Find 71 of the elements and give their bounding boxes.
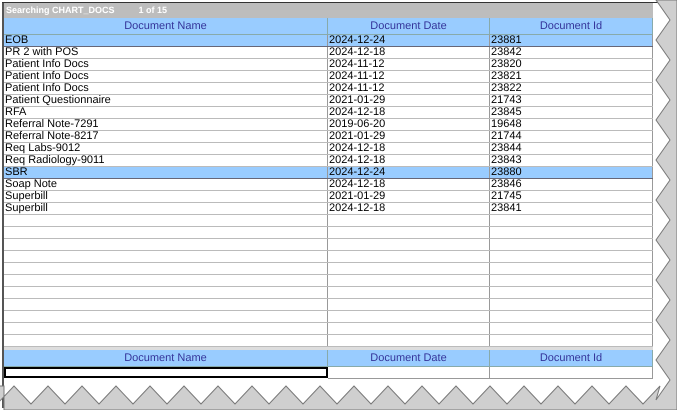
table-cell: 21744 xyxy=(490,131,653,142)
table-row[interactable]: Referral Note-8217 2021-01-29 21744 xyxy=(4,131,653,143)
table-cell: PR 2 with POS xyxy=(4,47,328,58)
filter-cell[interactable] xyxy=(328,367,490,379)
table-cell: SBR xyxy=(4,167,328,178)
table-cell: Superbill xyxy=(4,191,328,202)
table-cell: 23844 xyxy=(490,143,653,154)
result-count: 1 of 15 xyxy=(138,6,168,15)
column-header[interactable]: Document Date xyxy=(328,350,490,367)
table-cell: 23846 xyxy=(490,179,653,190)
column-header[interactable]: Document Date xyxy=(328,18,490,35)
filter-field[interactable] xyxy=(4,367,328,378)
table-cell: 23845 xyxy=(490,107,653,118)
table-cell: 23841 xyxy=(490,203,653,214)
table-row[interactable]: EOB 2024-12-24 23881 xyxy=(4,35,653,47)
table-cell: 2024-12-18 xyxy=(328,179,490,190)
table-cell: Soap Note xyxy=(4,179,328,190)
table-row[interactable]: Patient Info Docs 2024-11-12 23820 xyxy=(4,59,653,71)
table-cell: 2024-11-12 xyxy=(328,71,490,82)
table-cell: 23880 xyxy=(490,167,653,178)
table-cell: 2021-01-29 xyxy=(328,131,490,142)
table-cell: 19648 xyxy=(490,119,653,130)
table-cell: 2019-06-20 xyxy=(328,119,490,130)
table-row[interactable]: Superbill 2021-01-29 21745 xyxy=(4,191,653,203)
table-row[interactable]: Patient Info Docs 2024-11-12 23821 xyxy=(4,71,653,83)
table-cell: 23821 xyxy=(490,71,653,82)
table-cell: 23842 xyxy=(490,47,653,58)
table-cell: 2024-12-18 xyxy=(328,143,490,154)
table-cell: 2021-01-29 xyxy=(328,95,490,106)
table-cell: Referral Note-7291 xyxy=(4,119,328,130)
column-header[interactable]: Document Id xyxy=(490,350,653,367)
table-cell: Patient Info Docs xyxy=(4,83,328,94)
table-row[interactable]: Superbill 2024-12-18 23841 xyxy=(4,203,653,215)
table-row[interactable]: Req Labs-9012 2024-12-18 23844 xyxy=(4,143,653,155)
table-cell: 2024-11-12 xyxy=(328,83,490,94)
table-cell: Req Labs-9012 xyxy=(4,143,328,154)
table-row[interactable]: RFA 2024-12-18 23845 xyxy=(4,107,653,119)
table-cell: Superbill xyxy=(4,203,328,214)
table-cell: 21743 xyxy=(490,95,653,106)
table-cell: 2024-12-18 xyxy=(328,155,490,166)
table-cell: 23820 xyxy=(490,59,653,70)
table-row[interactable]: SBR 2024-12-24 23880 xyxy=(4,167,653,179)
table-cell: Referral Note-8217 xyxy=(4,131,328,142)
table-row[interactable]: Req Radiology-9011 2024-12-18 23843 xyxy=(4,155,653,167)
table-row[interactable]: Patient Questionnaire 2021-01-29 21743 xyxy=(4,95,653,107)
column-header[interactable]: Document Name xyxy=(4,350,328,367)
table-row[interactable]: Referral Note-7291 2019-06-20 19648 xyxy=(4,119,653,131)
table-row[interactable]: Soap Note 2024-12-18 23846 xyxy=(4,179,653,191)
title-text: Searching CHART_DOCS xyxy=(6,6,115,15)
table-cell: EOB xyxy=(4,35,328,46)
table-cell: Req Radiology-9011 xyxy=(4,155,328,166)
table-cell: Patient Info Docs xyxy=(4,59,328,70)
table-cell: 2024-12-18 xyxy=(328,107,490,118)
table-row[interactable]: PR 2 with POS 2024-12-18 23842 xyxy=(4,47,653,59)
table-cell: 23881 xyxy=(490,35,653,46)
table-cell: 2021-01-29 xyxy=(328,191,490,202)
table-cell: RFA xyxy=(4,107,328,118)
table-cell: 2024-11-12 xyxy=(328,59,490,70)
filter-cell[interactable] xyxy=(490,367,653,379)
table-cell: 23822 xyxy=(490,83,653,94)
table-cell: 2024-12-18 xyxy=(328,203,490,214)
column-header[interactable]: Document Id xyxy=(490,18,653,35)
table-cell: Patient Info Docs xyxy=(4,71,328,82)
column-header[interactable]: Document Name xyxy=(4,18,328,35)
table-cell: 21745 xyxy=(490,191,653,202)
table-cell: 23843 xyxy=(490,155,653,166)
table-cell: Patient Questionnaire xyxy=(4,95,328,106)
table-cell: 2024-12-18 xyxy=(328,47,490,58)
table-cell: 2024-12-24 xyxy=(328,35,490,46)
table-cell: 2024-12-24 xyxy=(328,167,490,178)
table-row[interactable]: Patient Info Docs 2024-11-12 23822 xyxy=(4,83,653,95)
